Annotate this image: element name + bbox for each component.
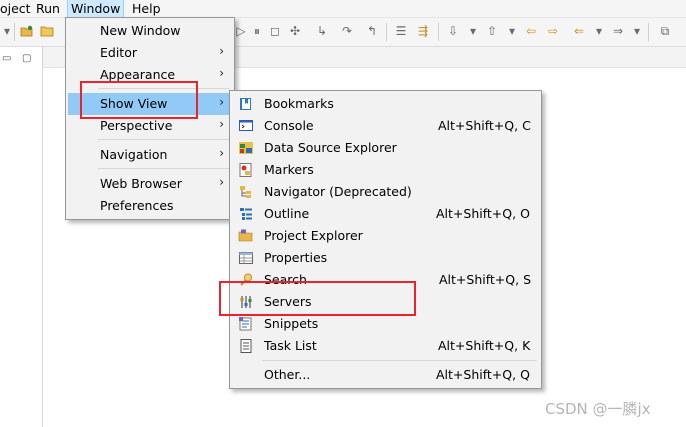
pin-editor-icon[interactable]: ⧉: [658, 24, 672, 38]
view-item-project-explorer[interactable]: Project Explorer: [232, 225, 539, 247]
data-source-explorer-icon: [238, 140, 254, 156]
step-into-icon[interactable]: ↳: [315, 24, 329, 38]
navigator-icon: [238, 184, 254, 200]
menu-item-editor[interactable]: Editor ›: [68, 42, 232, 64]
menu-window[interactable]: Window: [67, 0, 125, 18]
menu-project[interactable]: oject: [0, 0, 34, 17]
menu-item-label: Data Source Explorer: [264, 140, 397, 155]
markers-icon: [238, 162, 254, 178]
submenu-arrow-icon: ›: [219, 175, 224, 189]
dropdown-arrow-icon[interactable]: ▾: [505, 24, 519, 38]
back-icon[interactable]: ⇐: [572, 24, 586, 38]
menu-item-label: Task List: [264, 338, 317, 353]
menu-item-label: Perspective: [100, 118, 173, 133]
menu-item-label: Navigator (Deprecated): [264, 184, 412, 199]
menu-item-label: Snippets: [264, 316, 319, 331]
prev-annotation-icon[interactable]: ⇧: [485, 24, 499, 38]
pause-icon[interactable]: ⏸: [250, 24, 264, 38]
menu-item-shortcut: Alt+Shift+Q, O: [436, 206, 530, 221]
menu-help[interactable]: Help: [129, 0, 164, 17]
servers-highlight-box: [219, 281, 416, 316]
properties-icon: [238, 250, 254, 266]
toggle-mark-icon[interactable]: ⇶: [416, 24, 430, 38]
menu-item-web-browser[interactable]: Web Browser ›: [68, 173, 232, 195]
dropdown-arrow-icon[interactable]: ▾: [592, 24, 606, 38]
left-view-panel: ▭ ▢: [0, 47, 43, 427]
toolbar-separator: [14, 23, 15, 41]
maximize-icon[interactable]: ▢: [22, 53, 31, 64]
view-item-task-list[interactable]: Task List Alt+Shift+Q, K: [232, 335, 539, 357]
folder-icon[interactable]: [40, 24, 54, 38]
menu-item-label: Console: [264, 118, 314, 133]
menu-item-preferences[interactable]: Preferences: [68, 195, 232, 217]
view-item-navigator[interactable]: Navigator (Deprecated): [232, 181, 539, 203]
show-view-submenu: Bookmarks Console Alt+Shift+Q, C Data So…: [229, 90, 542, 389]
view-item-bookmarks[interactable]: Bookmarks: [232, 93, 539, 115]
view-item-snippets[interactable]: Snippets: [232, 313, 539, 335]
menu-item-label: New Window: [100, 23, 181, 38]
forward-edit-icon[interactable]: ⇨: [546, 24, 560, 38]
submenu-arrow-icon: ›: [219, 66, 224, 80]
submenu-arrow-icon: ›: [219, 117, 224, 131]
toolbar-separator: [438, 23, 439, 41]
toolbar-separator: [386, 23, 387, 41]
submenu-arrow-icon: ›: [219, 146, 224, 160]
project-explorer-icon: [238, 228, 254, 244]
view-item-outline[interactable]: Outline Alt+Shift+Q, O: [232, 203, 539, 225]
dropdown-arrow-icon[interactable]: ▾: [0, 24, 14, 38]
toolbar-separator: [648, 23, 649, 41]
outline-icon: [238, 206, 254, 222]
task-list-icon: [238, 338, 254, 354]
step-over-icon[interactable]: ↷: [340, 24, 354, 38]
view-item-data-source-explorer[interactable]: Data Source Explorer: [232, 137, 539, 159]
show-view-highlight-box: [80, 81, 198, 119]
menu-separator: [262, 360, 537, 361]
menu-bar: oject Run Window Help: [0, 0, 686, 18]
submenu-arrow-icon: ›: [219, 44, 224, 58]
menu-separator: [98, 139, 230, 140]
step-return-icon[interactable]: ↰: [365, 24, 379, 38]
forward-icon[interactable]: ⇒: [611, 24, 625, 38]
menu-item-label: Editor: [100, 45, 137, 60]
minimize-icon[interactable]: ▭: [2, 53, 11, 64]
stop-icon[interactable]: ◻: [268, 24, 282, 38]
view-item-console[interactable]: Console Alt+Shift+Q, C: [232, 115, 539, 137]
menu-item-label: Markers: [264, 162, 314, 177]
watermark: CSDN @一膦jx: [545, 400, 651, 418]
menu-item-label: Bookmarks: [264, 96, 334, 111]
menu-item-shortcut: Alt+Shift+Q, Q: [436, 367, 530, 382]
menu-item-shortcut: Alt+Shift+Q, S: [439, 272, 532, 287]
annotation-icon[interactable]: ⇩: [446, 24, 460, 38]
dropdown-arrow-icon[interactable]: ▾: [630, 24, 644, 38]
menu-item-label: Appearance: [100, 67, 176, 82]
view-item-properties[interactable]: Properties: [232, 247, 539, 269]
open-folder-icon[interactable]: [20, 24, 34, 38]
bookmarks-icon: [238, 96, 254, 112]
snippets-icon: [238, 316, 254, 332]
list-icon[interactable]: ☰: [394, 24, 408, 38]
menu-separator: [98, 168, 230, 169]
menu-item-label: Other...: [264, 367, 311, 382]
menu-item-label: Project Explorer: [264, 228, 363, 243]
menu-run[interactable]: Run: [33, 0, 63, 17]
menu-item-label: Web Browser: [100, 176, 182, 191]
menu-item-label: Properties: [264, 250, 328, 265]
view-item-other[interactable]: Other... Alt+Shift+Q, Q: [232, 364, 539, 386]
console-icon: [238, 118, 254, 134]
menu-item-shortcut: Alt+Shift+Q, C: [438, 118, 531, 133]
view-item-markers[interactable]: Markers: [232, 159, 539, 181]
play-icon[interactable]: ▷: [234, 24, 248, 38]
menu-item-label: Navigation: [100, 147, 168, 162]
back-edit-icon[interactable]: ⇦: [524, 24, 538, 38]
menu-item-shortcut: Alt+Shift+Q, K: [438, 338, 531, 353]
disconnect-icon[interactable]: ✣: [288, 24, 302, 38]
menu-item-label: Outline: [264, 206, 310, 221]
dropdown-arrow-icon[interactable]: ▾: [466, 24, 480, 38]
submenu-arrow-icon: ›: [219, 95, 224, 109]
menu-item-navigation[interactable]: Navigation ›: [68, 144, 232, 166]
menu-item-new-window[interactable]: New Window: [68, 20, 232, 42]
menu-item-label: Preferences: [100, 198, 174, 213]
